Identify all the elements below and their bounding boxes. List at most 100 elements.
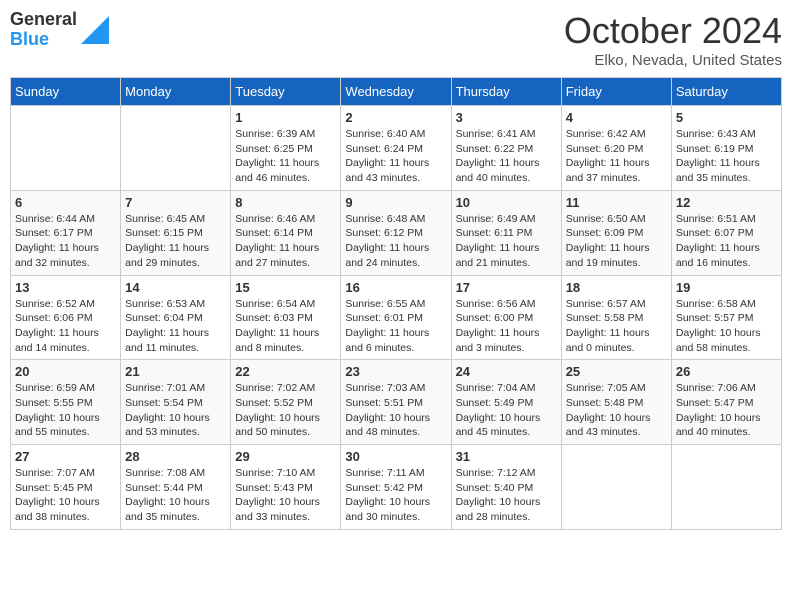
day-info: Sunrise: 6:57 AMSunset: 5:58 PMDaylight:… [566,297,667,356]
calendar-day-cell: 1 Sunrise: 6:39 AMSunset: 6:25 PMDaylight… [231,106,341,191]
calendar-day-cell: 30 Sunrise: 7:11 AMSunset: 5:42 PMDayligh… [341,445,451,530]
calendar-week-row: 27 Sunrise: 7:07 AMSunset: 5:45 PMDayligh… [11,445,782,530]
calendar-day-cell: 22 Sunrise: 7:02 AMSunset: 5:52 PMDayligh… [231,360,341,445]
day-number: 30 [345,449,446,464]
day-number: 10 [456,195,557,210]
day-info: Sunrise: 6:52 AMSunset: 6:06 PMDaylight:… [15,297,116,356]
day-info: Sunrise: 6:58 AMSunset: 5:57 PMDaylight:… [676,297,777,356]
calendar-week-row: 13 Sunrise: 6:52 AMSunset: 6:06 PMDayligh… [11,275,782,360]
day-info: Sunrise: 6:40 AMSunset: 6:24 PMDaylight:… [345,127,446,186]
calendar-week-row: 1 Sunrise: 6:39 AMSunset: 6:25 PMDaylight… [11,106,782,191]
day-info: Sunrise: 7:12 AMSunset: 5:40 PMDaylight:… [456,466,557,525]
day-info: Sunrise: 6:50 AMSunset: 6:09 PMDaylight:… [566,212,667,271]
day-info: Sunrise: 6:41 AMSunset: 6:22 PMDaylight:… [456,127,557,186]
day-number: 12 [676,195,777,210]
day-number: 31 [456,449,557,464]
day-info: Sunrise: 7:02 AMSunset: 5:52 PMDaylight:… [235,381,336,440]
day-info: Sunrise: 6:48 AMSunset: 6:12 PMDaylight:… [345,212,446,271]
day-info: Sunrise: 6:56 AMSunset: 6:00 PMDaylight:… [456,297,557,356]
calendar-day-cell: 31 Sunrise: 7:12 AMSunset: 5:40 PMDayligh… [451,445,561,530]
calendar-day-cell: 21Sunrise: 7:01 AMSunset: 5:54 PMDayligh… [121,360,231,445]
day-number: 5 [676,110,777,125]
calendar-day-cell: 20 Sunrise: 6:59 AMSunset: 5:55 PMDayligh… [11,360,121,445]
day-number: 23 [345,364,446,379]
calendar-day-header: Sunday [11,78,121,106]
day-number: 2 [345,110,446,125]
calendar-day-cell [671,445,781,530]
day-info: Sunrise: 6:43 AMSunset: 6:19 PMDaylight:… [676,127,777,186]
calendar-day-cell: 13 Sunrise: 6:52 AMSunset: 6:06 PMDayligh… [11,275,121,360]
day-number: 26 [676,364,777,379]
calendar-day-cell: 18Sunrise: 6:57 AMSunset: 5:58 PMDayligh… [561,275,671,360]
calendar-day-cell: 29 Sunrise: 7:10 AMSunset: 5:43 PMDayligh… [231,445,341,530]
calendar-day-cell: 16 Sunrise: 6:55 AMSunset: 6:01 PMDayligh… [341,275,451,360]
logo-text: General Blue [10,10,77,50]
calendar-header-row: SundayMondayTuesdayWednesdayThursdayFrid… [11,78,782,106]
day-number: 22 [235,364,336,379]
calendar-week-row: 20 Sunrise: 6:59 AMSunset: 5:55 PMDayligh… [11,360,782,445]
calendar-day-header: Friday [561,78,671,106]
day-info: Sunrise: 7:04 AMSunset: 5:49 PMDaylight:… [456,381,557,440]
day-number: 25 [566,364,667,379]
day-number: 7 [125,195,226,210]
calendar-day-cell: 2 Sunrise: 6:40 AMSunset: 6:24 PMDaylight… [341,106,451,191]
calendar-day-cell: 24 Sunrise: 7:04 AMSunset: 5:49 PMDayligh… [451,360,561,445]
day-number: 8 [235,195,336,210]
day-info: Sunrise: 7:06 AMSunset: 5:47 PMDaylight:… [676,381,777,440]
calendar-day-header: Tuesday [231,78,341,106]
calendar-day-cell: 9Sunrise: 6:48 AMSunset: 6:12 PMDaylight… [341,190,451,275]
header: General Blue October 2024 Elko, Nevada, … [10,10,782,69]
day-number: 27 [15,449,116,464]
day-number: 24 [456,364,557,379]
day-info: Sunrise: 7:07 AMSunset: 5:45 PMDaylight:… [15,466,116,525]
calendar-day-cell [561,445,671,530]
day-info: Sunrise: 6:39 AMSunset: 6:25 PMDaylight:… [235,127,336,186]
calendar-table: SundayMondayTuesdayWednesdayThursdayFrid… [10,77,782,530]
location: Elko, Nevada, United States [564,52,782,69]
day-info: Sunrise: 7:11 AMSunset: 5:42 PMDaylight:… [345,466,446,525]
calendar-day-cell: 11 Sunrise: 6:50 AMSunset: 6:09 PMDayligh… [561,190,671,275]
day-info: Sunrise: 6:59 AMSunset: 5:55 PMDaylight:… [15,381,116,440]
day-number: 11 [566,195,667,210]
calendar-day-cell: 19 Sunrise: 6:58 AMSunset: 5:57 PMDayligh… [671,275,781,360]
day-info: Sunrise: 6:51 AMSunset: 6:07 PMDaylight:… [676,212,777,271]
calendar-day-header: Monday [121,78,231,106]
calendar-day-cell: 8 Sunrise: 6:46 AMSunset: 6:14 PMDaylight… [231,190,341,275]
logo-general: General [10,10,77,30]
day-number: 29 [235,449,336,464]
calendar-day-header: Thursday [451,78,561,106]
day-number: 13 [15,280,116,295]
day-info: Sunrise: 7:10 AMSunset: 5:43 PMDaylight:… [235,466,336,525]
day-info: Sunrise: 7:03 AMSunset: 5:51 PMDaylight:… [345,381,446,440]
calendar-day-cell: 25Sunrise: 7:05 AMSunset: 5:48 PMDayligh… [561,360,671,445]
logo: General Blue [10,10,109,50]
day-info: Sunrise: 6:54 AMSunset: 6:03 PMDaylight:… [235,297,336,356]
calendar-day-cell: 17 Sunrise: 6:56 AMSunset: 6:00 PMDayligh… [451,275,561,360]
day-number: 19 [676,280,777,295]
calendar-day-cell: 5 Sunrise: 6:43 AMSunset: 6:19 PMDaylight… [671,106,781,191]
page-container: General Blue October 2024 Elko, Nevada, … [0,0,792,540]
month-title: October 2024 [564,10,782,52]
calendar-day-cell [11,106,121,191]
day-number: 20 [15,364,116,379]
logo-icon [81,16,109,44]
calendar-day-cell: 14Sunrise: 6:53 AMSunset: 6:04 PMDayligh… [121,275,231,360]
day-number: 21 [125,364,226,379]
calendar-day-cell: 15 Sunrise: 6:54 AMSunset: 6:03 PMDayligh… [231,275,341,360]
calendar-day-cell: 6Sunrise: 6:44 AMSunset: 6:17 PMDaylight… [11,190,121,275]
calendar-day-cell: 10 Sunrise: 6:49 AMSunset: 6:11 PMDayligh… [451,190,561,275]
day-info: Sunrise: 6:55 AMSunset: 6:01 PMDaylight:… [345,297,446,356]
day-number: 1 [235,110,336,125]
calendar-day-header: Saturday [671,78,781,106]
day-number: 15 [235,280,336,295]
calendar-day-cell [121,106,231,191]
day-number: 17 [456,280,557,295]
calendar-day-cell: 23 Sunrise: 7:03 AMSunset: 5:51 PMDayligh… [341,360,451,445]
day-info: Sunrise: 6:46 AMSunset: 6:14 PMDaylight:… [235,212,336,271]
calendar-day-cell: 3Sunrise: 6:41 AMSunset: 6:22 PMDaylight… [451,106,561,191]
logo-blue: Blue [10,30,77,50]
day-info: Sunrise: 6:49 AMSunset: 6:11 PMDaylight:… [456,212,557,271]
day-number: 16 [345,280,446,295]
day-info: Sunrise: 6:45 AMSunset: 6:15 PMDaylight:… [125,212,226,271]
day-info: Sunrise: 6:53 AMSunset: 6:04 PMDaylight:… [125,297,226,356]
